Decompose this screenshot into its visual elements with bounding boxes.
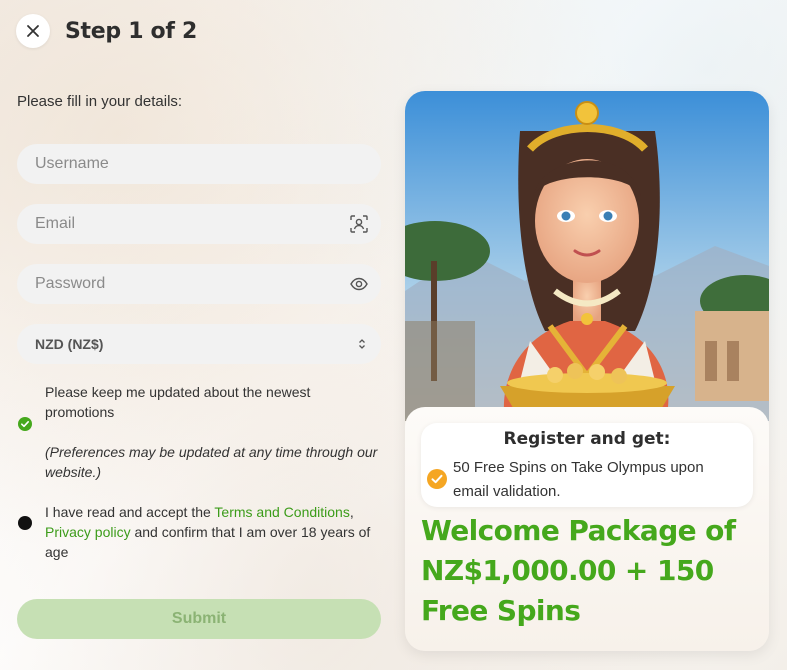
- terms-consent: I have read and accept the Terms and Con…: [17, 502, 381, 562]
- header: Step 1 of 2: [16, 14, 197, 48]
- promotions-note: (Preferences may be updated at any time …: [45, 444, 378, 480]
- promo-card: Register and get: 50 Free Spins on Take …: [405, 407, 769, 651]
- terms-prefix: I have read and accept the: [45, 504, 215, 520]
- currency-value: NZD (NZ$): [35, 336, 104, 352]
- eye-icon[interactable]: [349, 274, 369, 294]
- welcome-package-text: Welcome Package of NZ$1,000.00 + 150 Fre…: [421, 514, 736, 627]
- updown-chevron-icon: [355, 337, 369, 351]
- register-item: 50 Free Spins on Take Olympus upon email…: [453, 459, 704, 500]
- terms-text: I have read and accept the Terms and Con…: [45, 502, 381, 562]
- close-button[interactable]: [16, 14, 50, 48]
- submit-button[interactable]: Submit: [17, 599, 381, 639]
- promotions-text: Please keep me updated about the newest …: [45, 384, 311, 420]
- promotions-checkbox[interactable]: [18, 417, 32, 436]
- username-field[interactable]: Username: [17, 144, 381, 184]
- username-placeholder: Username: [35, 155, 109, 172]
- close-icon: [27, 25, 39, 37]
- currency-select[interactable]: NZD (NZ$): [17, 324, 381, 364]
- password-placeholder: Password: [35, 275, 106, 292]
- terms-comma: ,: [349, 504, 354, 520]
- promo-character-image: [405, 91, 769, 421]
- email-placeholder: Email: [35, 215, 76, 232]
- register-box: Register and get: 50 Free Spins on Take …: [421, 423, 753, 507]
- password-field[interactable]: Password: [17, 264, 381, 304]
- check-circle-icon: [427, 469, 447, 494]
- privacy-link[interactable]: Privacy policy: [45, 524, 131, 540]
- registration-form: Please fill in your details: Username Em…: [17, 92, 381, 639]
- register-title: Register and get:: [503, 429, 671, 449]
- promo-panel: Register and get: 50 Free Spins on Take …: [405, 91, 769, 651]
- promotions-consent: Please keep me updated about the newest …: [17, 382, 381, 482]
- email-field[interactable]: Email: [17, 204, 381, 244]
- terms-checkbox[interactable]: [18, 516, 32, 535]
- step-title: Step 1 of 2: [65, 18, 198, 44]
- terms-link[interactable]: Terms and Conditions: [214, 504, 349, 520]
- form-intro: Please fill in your details:: [17, 93, 183, 110]
- autofill-contact-icon[interactable]: [349, 214, 369, 234]
